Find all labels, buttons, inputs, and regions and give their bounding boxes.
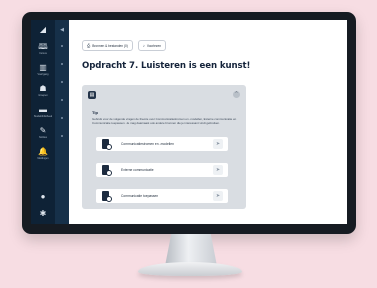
read-aloud-button-label: Voorlezen [146,43,162,48]
attachment-icon: ⎙ [87,43,91,48]
nav-item-progress[interactable]: ▥ Voortgang [37,63,49,77]
nav-item-label: Notities [39,136,47,139]
document-icon [102,164,112,176]
nav-item-course[interactable]: 🕮 Cursus [38,42,48,56]
course-icon: 🕮 [38,42,48,51]
nav-item-settings[interactable]: ✱ [40,210,47,218]
resource-card[interactable]: Communicatie toepassen ➤ [96,189,228,203]
read-aloud-button[interactable]: ♪ Voorlezen [137,40,167,51]
tip-panel: ▤ ⌃ Tip Gebruik voor de volgende vragen … [82,85,246,209]
subnav-dot[interactable] [61,63,63,65]
speaker-icon: ♪ [142,43,145,48]
collapse-button[interactable]: ⌃ [233,91,240,98]
document-icon [102,138,112,150]
resources-button[interactable]: ⎙ Bronnen & bestanden (0) [82,40,133,51]
nav-item-label: Voortgang [37,73,49,76]
library-icon: ▬ [39,105,47,114]
subnav-dot[interactable] [61,45,63,47]
secondary-nav: ◀ [55,20,69,224]
open-arrow-icon[interactable]: ➤ [213,165,223,175]
tip-text: Gebruik voor de volgende vragen de theor… [92,117,237,126]
nav-item-profile[interactable]: ● [41,193,46,201]
resource-label: Communicatiestromen en -modellen [121,142,174,146]
resource-label: Communicatie toepassen [121,194,159,198]
document-icon [102,190,112,202]
nav-item-label: Cursus [39,52,47,55]
tip-icon: ▤ [88,91,96,99]
subnav-dot[interactable] [61,117,63,119]
notifications-icon: 🔔 [38,147,48,156]
tip-heading: Tip [92,110,98,115]
nav-item-library[interactable]: ▬ Studiebibliotheek [33,105,53,119]
groups-icon: ☗ [39,84,47,93]
nav-item-notes[interactable]: ✎ Notities [39,126,47,140]
toolbar: ⎙ Bronnen & bestanden (0) ♪ Voorlezen [82,40,347,51]
nav-item-home[interactable]: ◢ [40,26,46,34]
resources-button-label: Bronnen & bestanden (0) [92,43,128,48]
open-arrow-icon[interactable]: ➤ [213,139,223,149]
subnav-dot[interactable] [61,99,63,101]
nav-item-label: Groepen [38,94,48,97]
nav-item-label: Studiebibliotheek [33,115,53,118]
settings-icon: ✱ [39,209,47,218]
nav-item-label: Meldingen [37,157,49,160]
primary-nav: ◢ 🕮 Cursus ▥ Voortgang ☗ Groepen ▬ Studi… [31,20,55,224]
nav-item-groups[interactable]: ☗ Groepen [38,84,48,98]
subnav-dot[interactable] [61,135,63,137]
main-content: ⎙ Bronnen & bestanden (0) ♪ Voorlezen Op… [69,20,347,224]
resource-label: Externe communicatie [121,168,154,172]
subnav-dot[interactable] [61,81,63,83]
open-arrow-icon[interactable]: ➤ [213,191,223,201]
monitor-base [138,262,242,276]
progress-icon: ▥ [39,63,47,72]
collapse-icon[interactable]: ◀ [60,27,64,33]
home-icon: ◢ [39,25,47,34]
page-title: Opdracht 7. Luisteren is een kunst! [82,61,251,71]
resource-card[interactable]: Communicatiestromen en -modellen ➤ [96,137,228,151]
screen: ◢ 🕮 Cursus ▥ Voortgang ☗ Groepen ▬ Studi… [31,20,347,224]
nav-item-notifications[interactable]: 🔔 Meldingen [37,147,49,161]
resource-card[interactable]: Externe communicatie ➤ [96,163,228,177]
notes-icon: ✎ [39,126,47,135]
user-icon: ● [40,192,46,201]
